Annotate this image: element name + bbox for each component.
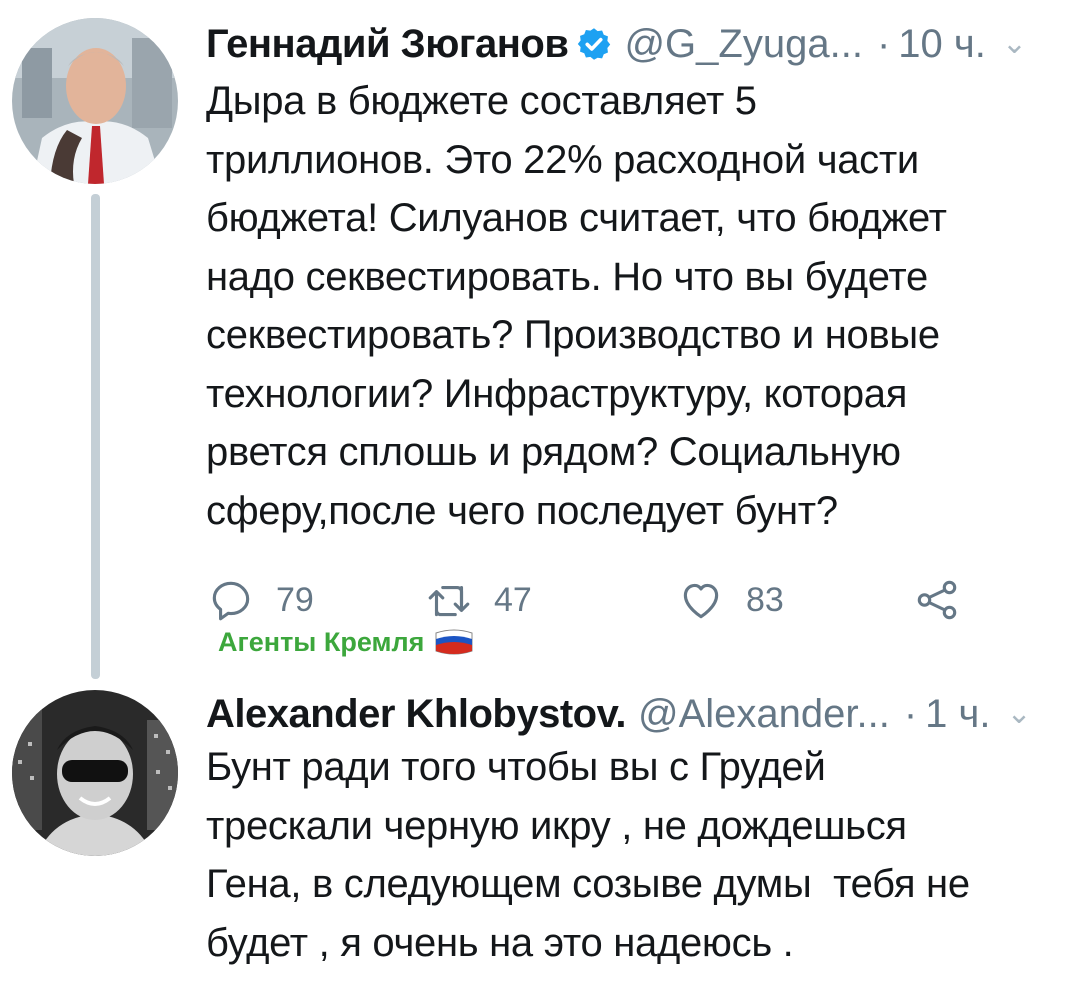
tweet-timestamp[interactable]: 10 ч. <box>898 24 986 64</box>
tweet-actions: 79 47 83 <box>206 572 966 628</box>
chevron-down-icon[interactable]: ⌄ <box>1002 29 1027 59</box>
avatar-khlobystov[interactable] <box>12 690 178 856</box>
tweet-timestamp[interactable]: 1 ч. <box>925 694 990 734</box>
tweet-text-line: будет , я очень на это надеюсь . <box>206 920 794 965</box>
tweet-text-line: технологии? Инфраструктуру, которая <box>206 371 908 416</box>
tweet-text-line: триллионов. Это 22% расходной части <box>206 137 919 182</box>
separator-dot: · <box>876 22 891 66</box>
verified-badge-icon <box>576 26 612 62</box>
retweet-count: 47 <box>494 580 532 619</box>
tweet-text-line: рвется сплошь и рядом? Социальную <box>206 430 901 474</box>
tweet-text-line: Бунт ради того чтобы вы с Грудей <box>206 745 826 789</box>
share-button[interactable] <box>912 572 962 628</box>
tweet-text-line: Дыра в бюджете составляет 5 <box>206 79 757 123</box>
like-count: 83 <box>746 580 784 619</box>
thread-connector-line <box>91 194 100 679</box>
tweet-text: Дыра в бюджете составляет 5 триллионов. … <box>206 72 1076 540</box>
share-icon <box>917 580 957 620</box>
author-name[interactable]: Alexander Khlobystov. <box>206 694 626 734</box>
tweet-header: Alexander Khlobystov. @Alexander... · 1 … <box>206 684 1032 744</box>
retweet-icon <box>428 585 470 617</box>
tweet-text-line: надо секвестировать. Но что вы будете <box>206 254 928 299</box>
reply-count: 79 <box>276 580 314 619</box>
watermark-text: Агенты Кремля <box>218 626 425 657</box>
reply-button[interactable]: 79 <box>206 572 314 628</box>
author-handle[interactable]: @Alexander... <box>638 694 890 734</box>
tweet-header: Геннадий Зюганов @G_Zyuga... · 10 ч. ⌄ <box>206 14 1027 74</box>
author-name[interactable]: Геннадий Зюганов <box>206 24 569 64</box>
heart-icon <box>683 583 719 619</box>
separator-dot: · <box>903 692 918 736</box>
tweet-text-line: трескали черную икру , не дождешься <box>206 803 907 848</box>
author-handle[interactable]: @G_Zyuga... <box>624 24 862 64</box>
avatar-zyuganov[interactable] <box>12 18 178 184</box>
avatar-zyuganov-image <box>12 18 178 184</box>
tweet-text-line: сферу,после чего последует бунт? <box>206 488 838 533</box>
tweet-text-line: секвестировать? Производство и новые <box>206 313 940 357</box>
like-button[interactable]: 83 <box>676 572 784 628</box>
avatar-khlobystov-image <box>12 690 178 856</box>
watermark: Агенты Кремля <box>218 624 474 660</box>
tweet-thread: Геннадий Зюганов @G_Zyuga... · 10 ч. ⌄ Д… <box>0 0 1080 989</box>
reply-icon <box>212 581 250 621</box>
tweet-text-line: Гена, в следующем созыве думы тебя не <box>206 862 970 906</box>
retweet-button[interactable]: 47 <box>424 572 532 628</box>
chevron-down-icon[interactable]: ⌄ <box>1006 699 1031 729</box>
russian-flag-icon <box>435 629 473 655</box>
tweet-text: Бунт ради того чтобы вы с Грудей трескал… <box>206 738 1076 972</box>
tweet-text-line: бюджета! Силуанов считает, что бюджет <box>206 196 947 240</box>
